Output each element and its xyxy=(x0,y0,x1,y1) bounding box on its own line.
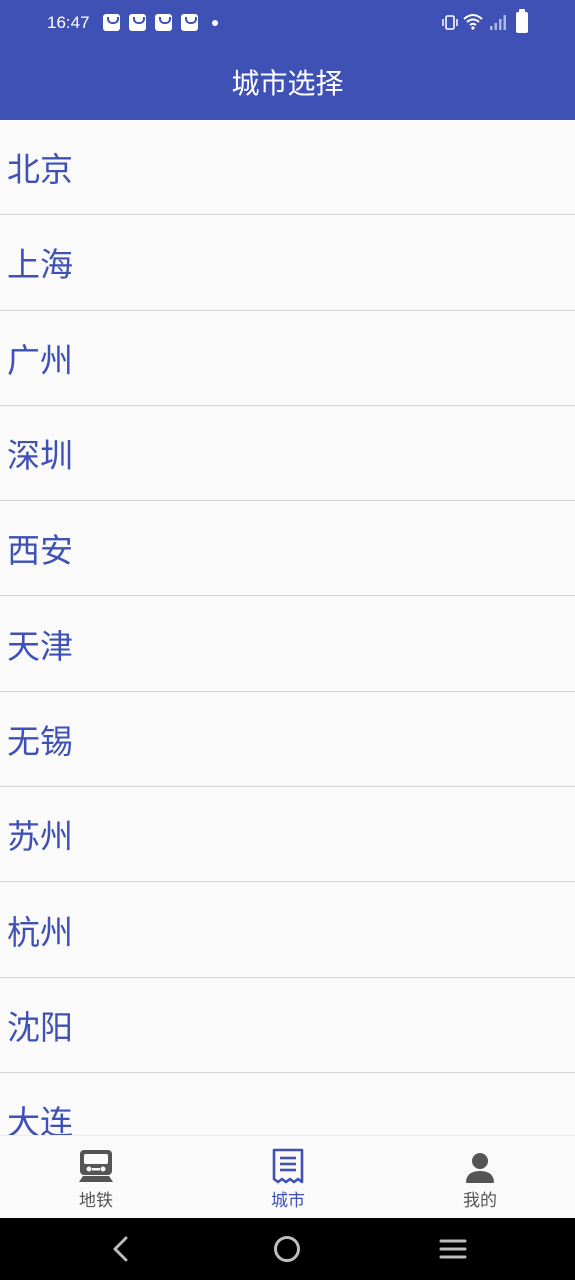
vibrate-icon xyxy=(442,15,458,30)
city-name: 天津 xyxy=(7,626,73,666)
city-name: 西安 xyxy=(7,531,73,571)
nav-label-city: 城市 xyxy=(271,1191,305,1211)
wifi-icon xyxy=(463,14,483,30)
list-item-city[interactable]: 广州 xyxy=(0,311,575,406)
nav-tab-city[interactable]: 城市 xyxy=(192,1136,384,1219)
list-item-city[interactable]: 北京 xyxy=(0,120,575,216)
city-name: 上海 xyxy=(7,245,73,285)
list-item-city[interactable]: 杭州 xyxy=(0,882,575,978)
city-name: 北京 xyxy=(7,150,73,190)
person-icon xyxy=(466,1153,494,1183)
train-icon xyxy=(79,1150,113,1182)
list-item-city[interactable]: 苏州 xyxy=(0,787,575,883)
status-time: 16:47 xyxy=(47,13,90,32)
list-item-city[interactable]: 上海 xyxy=(0,215,575,311)
city-name: 大连 xyxy=(7,1103,73,1135)
recent-apps-icon[interactable] xyxy=(436,1232,470,1266)
back-icon[interactable] xyxy=(104,1232,138,1266)
home-icon[interactable] xyxy=(270,1232,304,1266)
shopping-bag-icon xyxy=(103,14,120,31)
nav-label-mine: 我的 xyxy=(463,1191,497,1211)
list-item-city[interactable]: 天津 xyxy=(0,596,575,692)
shopping-bag-icon xyxy=(155,14,172,31)
list-item-city[interactable]: 深圳 xyxy=(0,406,575,502)
list-item-city[interactable]: 大连 xyxy=(0,1073,575,1135)
shopping-bag-icon xyxy=(181,14,198,31)
list-item-city[interactable]: 无锡 xyxy=(0,692,575,788)
city-name: 苏州 xyxy=(7,817,73,857)
city-name: 沈阳 xyxy=(7,1007,73,1047)
shopping-bag-icon xyxy=(129,14,146,31)
nav-tab-mine[interactable]: 我的 xyxy=(384,1136,575,1219)
page-title: 城市选择 xyxy=(231,67,344,100)
list-icon xyxy=(272,1148,304,1184)
city-name: 杭州 xyxy=(7,912,73,952)
list-item-city[interactable]: 西安 xyxy=(0,501,575,597)
status-bar: 16:47 xyxy=(0,0,575,46)
more-notifications-dot-icon xyxy=(212,20,218,26)
signal-icon xyxy=(490,15,506,30)
city-name: 深圳 xyxy=(7,436,73,476)
list-item-city[interactable]: 沈阳 xyxy=(0,978,575,1073)
nav-label-metro: 地铁 xyxy=(79,1191,113,1211)
system-navigation-bar xyxy=(0,1218,575,1280)
city-name: 无锡 xyxy=(7,721,73,761)
battery-icon xyxy=(516,9,528,33)
nav-tab-metro[interactable]: 地铁 xyxy=(0,1136,192,1219)
city-list: 北京 上海 广州 深圳 西安 天津 无锡 苏州 杭州 沈阳 大连 xyxy=(0,120,575,1135)
bottom-navigation: 地铁 城市 我的 xyxy=(0,1135,575,1218)
city-name: 广州 xyxy=(7,340,73,380)
app-bar: 16:47 城市选择 xyxy=(0,0,575,120)
